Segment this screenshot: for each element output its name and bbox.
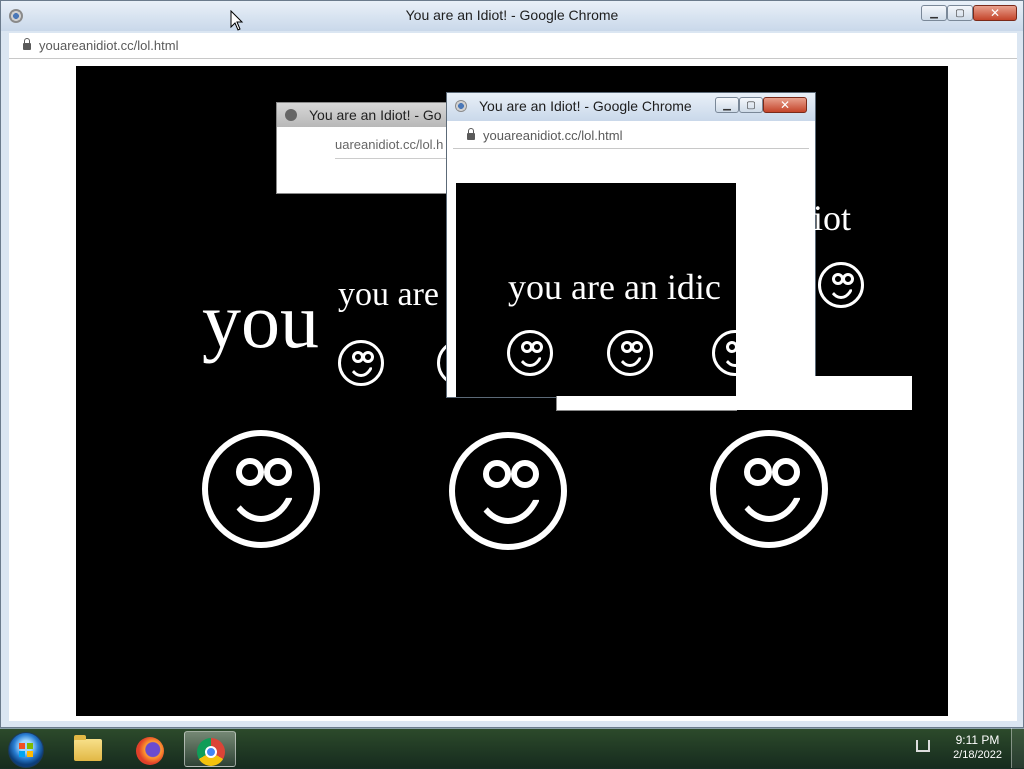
popup-front-url: youareanidiot.cc/lol.html xyxy=(483,128,623,143)
mouse-cursor-icon xyxy=(230,10,244,31)
smiley-clip xyxy=(712,330,736,376)
popup-back-page-text: you are xyxy=(338,276,440,313)
taskbar xyxy=(0,728,1024,769)
address-bar[interactable]: youareanidiot.cc/lol.html xyxy=(9,33,1017,59)
popup-layer-white-strip-2 xyxy=(556,396,737,411)
popup-layer-white-strip xyxy=(736,376,912,410)
popup-window-back[interactable]: You are an Idiot! - Go uareanidiot.cc/lo… xyxy=(276,102,456,194)
popup-back-titlebar[interactable]: You are an Idiot! - Go xyxy=(277,103,455,127)
taskbar-explorer-button[interactable] xyxy=(62,731,114,767)
folder-icon xyxy=(74,735,102,761)
clock-date: 2/18/2022 xyxy=(953,749,1002,761)
popup-front-address-bar[interactable]: youareanidiot.cc/lol.html xyxy=(453,123,809,149)
main-window-title: You are an Idiot! - Google Chrome xyxy=(405,7,619,23)
firefox-icon xyxy=(136,737,164,765)
maximize-button[interactable]: ▢ xyxy=(739,97,763,113)
taskbar-chrome-button[interactable] xyxy=(184,731,236,767)
clock-time: 9:11 PM xyxy=(955,733,1000,747)
main-titlebar[interactable]: You are an Idiot! - Google Chrome ▁ ▢ ✕ xyxy=(1,1,1023,31)
chrome-window-icon xyxy=(455,100,467,112)
chrome-icon xyxy=(197,738,225,766)
lock-icon xyxy=(23,38,31,50)
minimize-button[interactable]: ▁ xyxy=(921,5,947,21)
smiley-icon xyxy=(736,262,760,308)
taskbar-firefox-button[interactable] xyxy=(124,731,176,767)
smiley-icon xyxy=(607,330,653,376)
close-button[interactable]: ✕ xyxy=(763,97,807,113)
close-button[interactable]: ✕ xyxy=(973,5,1017,21)
popup-back-page: you are xyxy=(336,194,483,394)
popup-front-titlebar[interactable]: You are an Idiot! - Google Chrome ▁ ▢ ✕ xyxy=(447,93,815,121)
popup-back-divider xyxy=(335,158,455,159)
chrome-window-icon xyxy=(285,109,297,121)
smiley-icon xyxy=(338,340,384,386)
system-clock[interactable]: 9:11 PM 2/18/2022 xyxy=(953,733,1002,763)
popup-content-text-mid: you are an idic xyxy=(508,267,721,307)
smiley-icon xyxy=(449,432,567,550)
popup-back-address[interactable]: uareanidiot.cc/lol.h xyxy=(335,133,455,157)
start-button[interactable] xyxy=(8,732,44,768)
smiley-icon xyxy=(710,430,828,548)
main-page-text: you xyxy=(202,277,319,364)
popup-back-title: You are an Idiot! - Go xyxy=(309,107,442,123)
popup-front-title: You are an Idiot! - Google Chrome xyxy=(479,98,692,114)
smiley-icon xyxy=(712,330,736,376)
smiley-icon xyxy=(507,330,553,376)
lock-icon xyxy=(467,128,475,140)
minimize-button[interactable]: ▁ xyxy=(715,97,739,113)
smiley-icon xyxy=(818,262,864,308)
windows-flag-icon xyxy=(19,743,33,757)
show-desktop-button[interactable] xyxy=(1011,728,1024,768)
network-icon[interactable] xyxy=(916,740,930,752)
smiley-clip xyxy=(736,262,760,308)
popup-back-url: uareanidiot.cc/lol.h xyxy=(335,137,444,152)
address-url: youareanidiot.cc/lol.html xyxy=(39,38,179,53)
smiley-icon xyxy=(202,430,320,548)
popup-layer-text-top: an idiot xyxy=(742,198,851,238)
maximize-button[interactable]: ▢ xyxy=(947,5,973,21)
